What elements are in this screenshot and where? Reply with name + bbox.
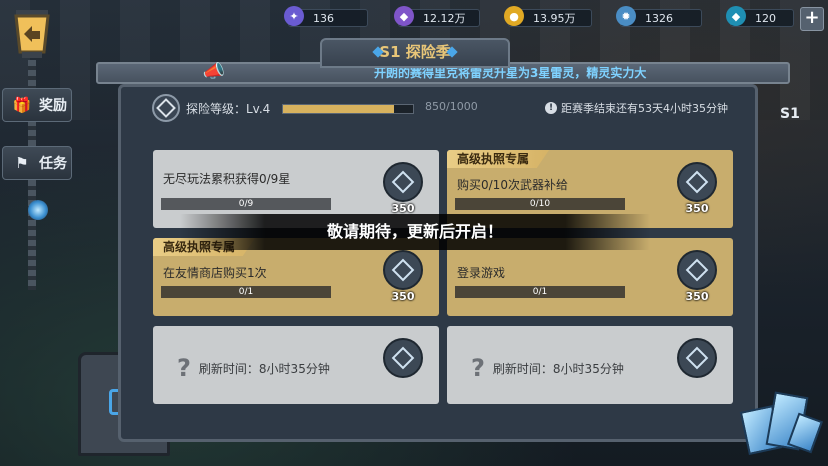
currency-crystal[interactable]: ◆ 12.12万	[394, 6, 480, 28]
reward-token	[377, 336, 429, 390]
reward-token: 350	[671, 160, 723, 215]
back-button[interactable]	[10, 6, 54, 62]
task-progress-text: 0/10	[529, 199, 551, 209]
ticket-icon: ✦	[284, 6, 304, 26]
season-title: S1 探险季	[320, 38, 510, 68]
task-label: 任务	[39, 156, 67, 172]
gold-coin-icon: ●	[504, 6, 524, 26]
add-currency-button[interactable]: +	[800, 7, 824, 31]
question-icon: ?	[471, 354, 485, 382]
reward-token	[671, 336, 723, 390]
reward-amount: 350	[685, 202, 709, 215]
exp-token-icon	[383, 250, 423, 290]
currency-diamond[interactable]: ◆ 120	[726, 6, 794, 28]
task-progress: 0/1	[161, 286, 331, 298]
refresh-info: ? 刷新时间：8小时35分钟	[471, 356, 624, 380]
task-icon: ⚑	[15, 154, 29, 172]
reward-token: 350	[377, 248, 429, 303]
diamond-icon: ◆	[726, 6, 746, 26]
season-title-text: S1 探险季	[379, 43, 451, 61]
task-progress: 0/10	[455, 198, 625, 210]
reward-label: 奖励	[39, 98, 67, 114]
reward-amount: 350	[685, 290, 709, 303]
task-progress-text: 0/1	[532, 287, 548, 297]
currency-ticket[interactable]: ✦ 136	[284, 6, 368, 28]
exp-token-icon	[677, 338, 717, 378]
exp-token-icon	[677, 162, 717, 202]
task-progress: 0/1	[455, 286, 625, 298]
task-title: 购买0/10次武器补给	[457, 178, 568, 192]
premium-tag: 高级执照专属	[447, 150, 550, 168]
task-button[interactable]: ⚑ 任务	[2, 146, 72, 180]
info-icon: !	[545, 102, 557, 114]
coming-soon-toast: 敬请期待，更新后开启！	[180, 214, 650, 250]
refresh-card: ? 刷新时间：8小时35分钟	[153, 326, 439, 404]
lantern-back-icon	[14, 10, 50, 58]
level-label: 探险等级：Lv.4	[186, 102, 271, 116]
refresh-info: ? 刷新时间：8小时35分钟	[177, 356, 330, 380]
side-peek-label: S1	[780, 106, 800, 122]
currency-gear[interactable]: ✹ 1326	[616, 6, 702, 28]
refresh-card: ? 刷新时间：8小时35分钟	[447, 326, 733, 404]
reward-token: 350	[377, 160, 429, 215]
task-title: 登录游戏	[457, 266, 506, 280]
refresh-text: 刷新时间：8小时35分钟	[198, 361, 330, 376]
season-timer-text: 距赛季结束还有53天4小时35分钟	[561, 102, 728, 115]
level-progress-text: 850/1000	[425, 100, 478, 113]
level-progress-fill	[283, 105, 394, 113]
exp-token-icon	[383, 338, 423, 378]
exp-token-icon	[383, 162, 423, 202]
exp-token-icon	[677, 250, 717, 290]
refresh-text: 刷新时间：8小时35分钟	[492, 361, 624, 376]
task-progress-text: 0/1	[238, 287, 254, 297]
crystal-purple-icon: ◆	[394, 6, 414, 26]
gear-coin-icon: ✹	[616, 6, 636, 26]
level-bar: 探险等级：Lv.4 850/1000 ! 距赛季结束还有53天4小时35分钟	[150, 94, 750, 124]
currency-gold[interactable]: ● 13.95万	[504, 6, 592, 28]
horn-icon: 📣	[202, 61, 226, 82]
task-title: 在友情商店购买1次	[163, 266, 267, 280]
task-progress: 0/9	[161, 198, 331, 210]
reward-token: 350	[671, 248, 723, 303]
task-progress-text: 0/9	[238, 199, 254, 209]
reward-button[interactable]: 🎁 奖励	[2, 88, 72, 122]
season-timer: ! 距赛季结束还有53天4小时35分钟	[545, 100, 728, 116]
reward-amount: 350	[391, 290, 415, 303]
question-icon: ?	[177, 354, 191, 382]
gift-icon: 🎁	[12, 96, 32, 114]
orb-icon	[28, 200, 48, 220]
task-title: 无尽玩法累积获得0/9星	[163, 172, 291, 186]
level-progress	[282, 104, 414, 114]
level-badge-icon	[152, 94, 180, 122]
crystal-decoration	[734, 388, 824, 456]
